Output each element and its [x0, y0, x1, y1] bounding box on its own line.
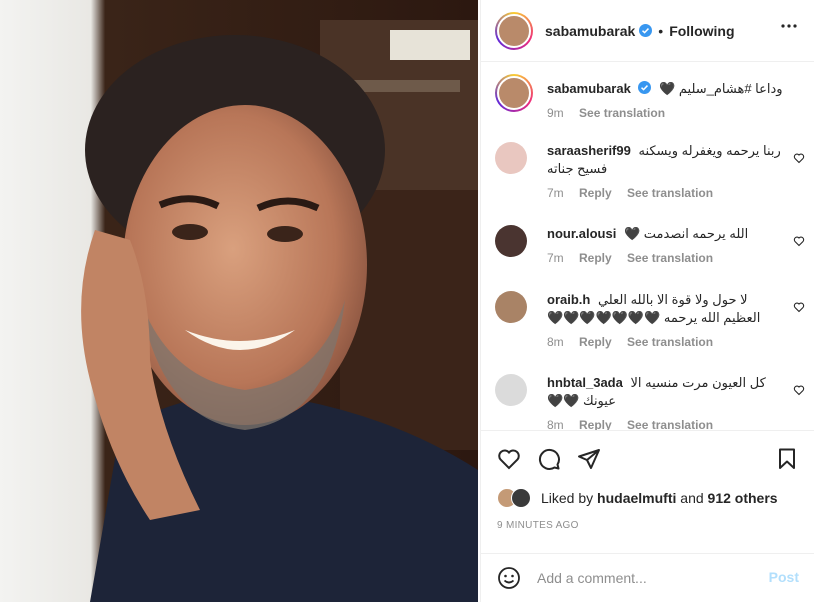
like-comment-heart-icon[interactable] [793, 384, 805, 396]
commenter-username[interactable]: oraib.h [547, 292, 590, 307]
add-comment-bar: Post [481, 553, 814, 603]
liker-avatars [497, 488, 537, 508]
like-comment-heart-icon[interactable] [793, 235, 805, 247]
see-translation-link[interactable]: See translation [579, 106, 665, 120]
header-separator: • [658, 22, 664, 39]
like-comment-heart-icon[interactable] [793, 152, 805, 164]
more-horizontal-icon[interactable] [781, 24, 797, 28]
see-translation-link[interactable]: See translation [627, 418, 713, 430]
likes-and: and [680, 490, 704, 506]
reply-button[interactable]: Reply [579, 251, 612, 265]
comment-meta: 8m Reply See translation [547, 335, 787, 349]
comment-time[interactable]: 8m [547, 418, 564, 430]
comment-body: saraasherif99 ربنا يرحمه ويغفرله ويسكنه … [547, 142, 787, 200]
comment-body: hnbtal_3ada كل العيون مرت منسيه الا عيون… [547, 374, 787, 430]
comment-meta: 8m Reply See translation [547, 418, 787, 430]
see-translation-link[interactable]: See translation [627, 186, 713, 200]
commenter-avatar[interactable] [495, 291, 527, 323]
emoji-icon[interactable] [497, 566, 521, 590]
caption-time[interactable]: 9m [547, 106, 564, 120]
reply-button[interactable]: Reply [579, 186, 612, 200]
author-info: sabamubarak • Following [545, 23, 735, 39]
caption-body: sabamubarak وداعا #هشام_سليم 🖤 9m See tr… [547, 74, 787, 120]
see-translation-link[interactable]: See translation [627, 335, 713, 349]
post-header: sabamubarak • Following [481, 0, 814, 62]
comment-body: nour.alousi الله يرحمه انصدمت 🖤 7m Reply… [547, 225, 787, 265]
comments-list[interactable]: sabamubarak وداعا #هشام_سليم 🖤 9m See tr… [481, 62, 814, 430]
likes-others-link[interactable]: 912 others [708, 490, 778, 506]
post-actions: Liked by hudaelmufti and 912 others 9 MI… [481, 430, 814, 604]
commenter-avatar[interactable] [495, 225, 527, 257]
caption-meta: 9m See translation [547, 106, 787, 120]
add-comment-input[interactable] [537, 566, 757, 590]
post-photo[interactable] [0, 0, 478, 602]
likes-summary: Liked by hudaelmufti and 912 others [497, 488, 778, 508]
post-comment-button[interactable]: Post [769, 569, 799, 585]
likes-prefix: Liked by [541, 490, 594, 506]
liker-avatar[interactable] [511, 488, 531, 508]
commenter-username[interactable]: nour.alousi [547, 226, 616, 241]
comment-time[interactable]: 7m [547, 186, 564, 200]
commenter-username[interactable]: hnbtal_3ada [547, 375, 623, 390]
post-side-panel: sabamubarak • Following sabamubarak وداع… [480, 0, 814, 602]
comment-meta: 7m Reply See translation [547, 186, 787, 200]
comment-meta: 7m Reply See translation [547, 251, 787, 265]
instagram-post-view: sabamubarak • Following sabamubarak وداع… [0, 0, 814, 604]
like-comment-heart-icon[interactable] [793, 301, 805, 313]
see-translation-link[interactable]: See translation [627, 251, 713, 265]
post-timestamp[interactable]: 9 MINUTES AGO [497, 520, 579, 531]
comment-body: oraib.h لا حول ولا قوة الا بالله العلي ا… [547, 291, 787, 349]
commenter-avatar[interactable] [495, 142, 527, 174]
comment-time[interactable]: 8m [547, 335, 564, 349]
like-heart-icon[interactable] [497, 447, 521, 471]
caption-username[interactable]: sabamubarak [547, 81, 631, 96]
commenter-avatar[interactable] [495, 374, 527, 406]
comment-bubble-icon[interactable] [537, 447, 561, 471]
caption-avatar[interactable] [495, 74, 533, 112]
verified-badge-icon [638, 81, 652, 94]
author-username[interactable]: sabamubarak [545, 23, 635, 39]
caption-text: وداعا #هشام_سليم 🖤 [659, 81, 783, 96]
comment-text: الله يرحمه انصدمت 🖤 [623, 226, 749, 241]
verified-badge-icon [639, 24, 653, 37]
share-send-icon[interactable] [577, 447, 601, 471]
commenter-username[interactable]: saraasherif99 [547, 143, 631, 158]
save-bookmark-icon[interactable] [775, 447, 799, 471]
following-button[interactable]: Following [669, 23, 734, 39]
reply-button[interactable]: Reply [579, 335, 612, 349]
reply-button[interactable]: Reply [579, 418, 612, 430]
author-avatar[interactable] [495, 11, 533, 50]
liker-username[interactable]: hudaelmufti [597, 490, 676, 506]
portrait-image [0, 0, 478, 602]
comment-time[interactable]: 7m [547, 251, 564, 265]
